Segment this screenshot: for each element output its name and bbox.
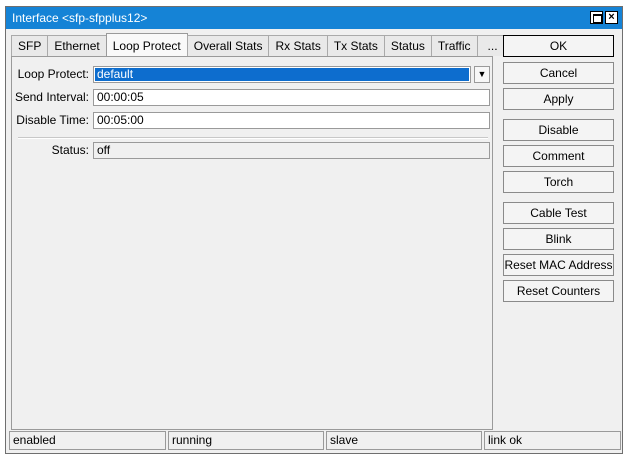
- ok-button[interactable]: OK: [503, 35, 614, 57]
- send-interval-label: Send Interval:: [14, 90, 89, 104]
- send-interval-field[interactable]: 00:00:05: [93, 89, 490, 106]
- maximize-icon[interactable]: [590, 11, 603, 24]
- loop-protect-panel: Loop Protect: default ▼ Send Interval: 0…: [11, 56, 493, 430]
- disable-button[interactable]: Disable: [503, 119, 614, 141]
- dropdown-arrow-icon[interactable]: ▼: [474, 66, 490, 83]
- blink-button[interactable]: Blink: [503, 228, 614, 250]
- cancel-button[interactable]: Cancel: [503, 62, 614, 84]
- status-field: off: [93, 142, 490, 159]
- close-icon[interactable]: ×: [605, 11, 618, 24]
- tab-tx-stats[interactable]: Tx Stats: [326, 35, 385, 56]
- torch-button[interactable]: Torch: [503, 171, 614, 193]
- status-label: Status:: [51, 143, 89, 157]
- comment-button[interactable]: Comment: [503, 145, 614, 167]
- interface-window: Interface <sfp-sfpplus12> × SFP Ethernet…: [5, 6, 623, 454]
- loop-protect-select[interactable]: default: [93, 66, 471, 83]
- window-title: Interface <sfp-sfpplus12>: [12, 11, 148, 25]
- title-bar[interactable]: Interface <sfp-sfpplus12> ×: [6, 7, 622, 29]
- reset-counters-button[interactable]: Reset Counters: [503, 280, 614, 302]
- status-running: running: [168, 431, 324, 450]
- separator: [18, 137, 488, 139]
- status-slave: slave: [326, 431, 482, 450]
- tab-rx-stats[interactable]: Rx Stats: [268, 35, 328, 56]
- loop-protect-value: default: [95, 68, 469, 81]
- tab-ethernet[interactable]: Ethernet: [47, 35, 107, 56]
- cable-test-button[interactable]: Cable Test: [503, 202, 614, 224]
- status-bar: enabled running slave link ok: [9, 431, 621, 451]
- tab-bar: SFP Ethernet Loop Protect Overall Stats …: [11, 33, 509, 57]
- loop-protect-label: Loop Protect:: [17, 67, 89, 81]
- tab-sfp[interactable]: SFP: [11, 35, 49, 56]
- status-link: link ok: [484, 431, 621, 450]
- tab-loop-protect[interactable]: Loop Protect: [105, 33, 188, 56]
- tab-overall-stats[interactable]: Overall Stats: [186, 35, 270, 56]
- tab-traffic[interactable]: Traffic: [430, 35, 478, 56]
- status-enabled: enabled: [9, 431, 166, 450]
- apply-button[interactable]: Apply: [503, 88, 614, 110]
- disable-time-field[interactable]: 00:05:00: [93, 112, 490, 129]
- disable-time-label: Disable Time:: [16, 113, 89, 127]
- reset-mac-address-button[interactable]: Reset MAC Address: [503, 254, 614, 276]
- tab-status[interactable]: Status: [383, 35, 432, 56]
